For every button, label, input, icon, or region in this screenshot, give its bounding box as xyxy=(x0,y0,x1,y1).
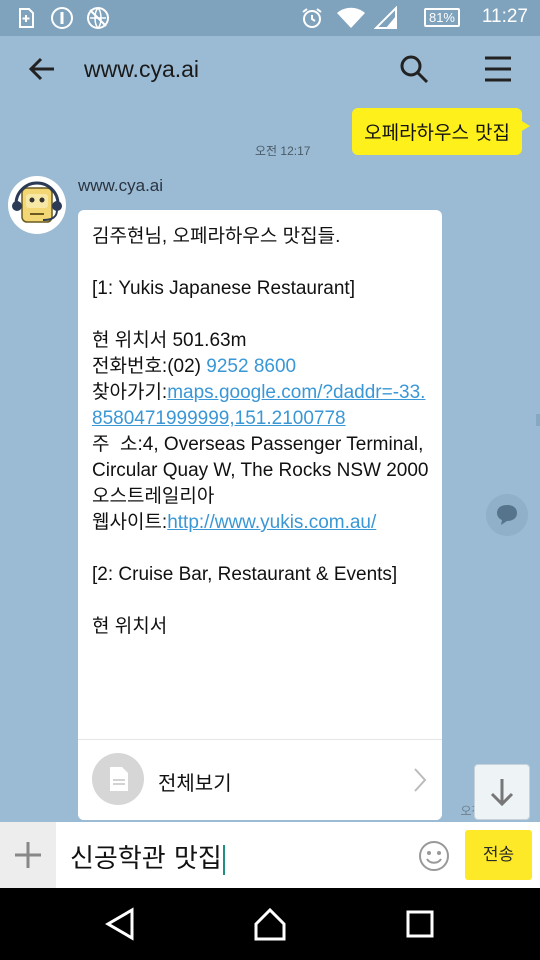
emoji-icon[interactable] xyxy=(418,840,450,872)
arrow-down-icon xyxy=(490,779,514,807)
incoming-message-text: 김주현님, 오페라하우스 맛집들. [1: Yukis Japanese Res… xyxy=(92,224,432,640)
message-input-bar: 신공학관 맛집 전송 xyxy=(0,822,540,888)
phone-label: 전화번호:(02) xyxy=(92,356,207,377)
back-arrow-icon[interactable] xyxy=(22,49,62,89)
app-bar: www.cya.ai xyxy=(0,36,540,102)
message-input-text: 신공학관 맛집 xyxy=(70,844,222,874)
battery-indicator: 81% xyxy=(423,8,460,27)
bot-avatar[interactable] xyxy=(8,176,66,234)
wifi-icon xyxy=(337,7,365,28)
status-bar: 81% 11:27 xyxy=(0,0,540,36)
back-nav-icon[interactable] xyxy=(100,906,140,942)
document-icon xyxy=(92,753,144,805)
restaurant-1-distance: 현 위치서 501.63m xyxy=(92,330,247,351)
sd-card-icon xyxy=(19,8,34,28)
sender-name: www.cya.ai xyxy=(78,176,164,195)
restaurant-1-title: [1: Yukis Japanese Restaurant] xyxy=(92,278,355,299)
outgoing-timestamp: 오전 12:17 xyxy=(255,144,311,158)
info-icon xyxy=(51,7,73,29)
chat-title: www.cya.ai xyxy=(84,56,200,82)
greeting-text: 김주현님, 오페라하우스 맛집들. xyxy=(92,226,341,247)
restaurant-2-distance: 현 위치서 xyxy=(92,616,168,637)
recents-nav-icon[interactable] xyxy=(400,906,440,942)
website-link[interactable]: http://www.yukis.com.au/ xyxy=(167,512,376,533)
menu-icon[interactable] xyxy=(478,49,518,89)
directions-label: 찾아가기: xyxy=(92,382,168,403)
scrollbar[interactable] xyxy=(536,414,540,426)
outgoing-message[interactable]: 오페라하우스 맛집 xyxy=(352,108,530,155)
scroll-down-button[interactable] xyxy=(474,764,530,820)
attach-button[interactable] xyxy=(0,822,56,888)
view-all-label: 전체보기 xyxy=(158,771,232,795)
chevron-right-icon xyxy=(414,768,427,792)
home-nav-icon[interactable] xyxy=(250,906,290,942)
website-label: 웹사이트: xyxy=(92,512,168,533)
chat-area[interactable]: 오페라하우스 맛집 오전 12:17 www.cya.ai 김주현님, 오페라하… xyxy=(0,102,540,822)
navigation-bar xyxy=(0,888,540,960)
alarm-icon xyxy=(302,8,322,28)
incoming-message[interactable]: 김주현님, 오페라하우스 맛집들. [1: Yukis Japanese Res… xyxy=(78,210,442,820)
phone-link[interactable]: 9252 8600 xyxy=(206,356,296,377)
restaurant-1-address: 주 소:4, Overseas Passenger Terminal, Circ… xyxy=(92,434,434,507)
message-input[interactable]: 신공학관 맛집 xyxy=(70,838,225,875)
send-button[interactable]: 전송 xyxy=(465,830,532,880)
text-cursor xyxy=(222,844,225,875)
blocked-globe-icon xyxy=(87,7,109,29)
chat-bubble-icon[interactable] xyxy=(486,494,528,536)
signal-icon xyxy=(374,6,397,29)
search-icon[interactable] xyxy=(394,49,434,89)
view-all-button[interactable]: 전체보기 xyxy=(78,739,442,820)
restaurant-2-title: [2: Cruise Bar, Restaurant & Events] xyxy=(92,564,398,585)
clock: 11:27 xyxy=(481,6,528,27)
plus-icon xyxy=(15,842,41,868)
